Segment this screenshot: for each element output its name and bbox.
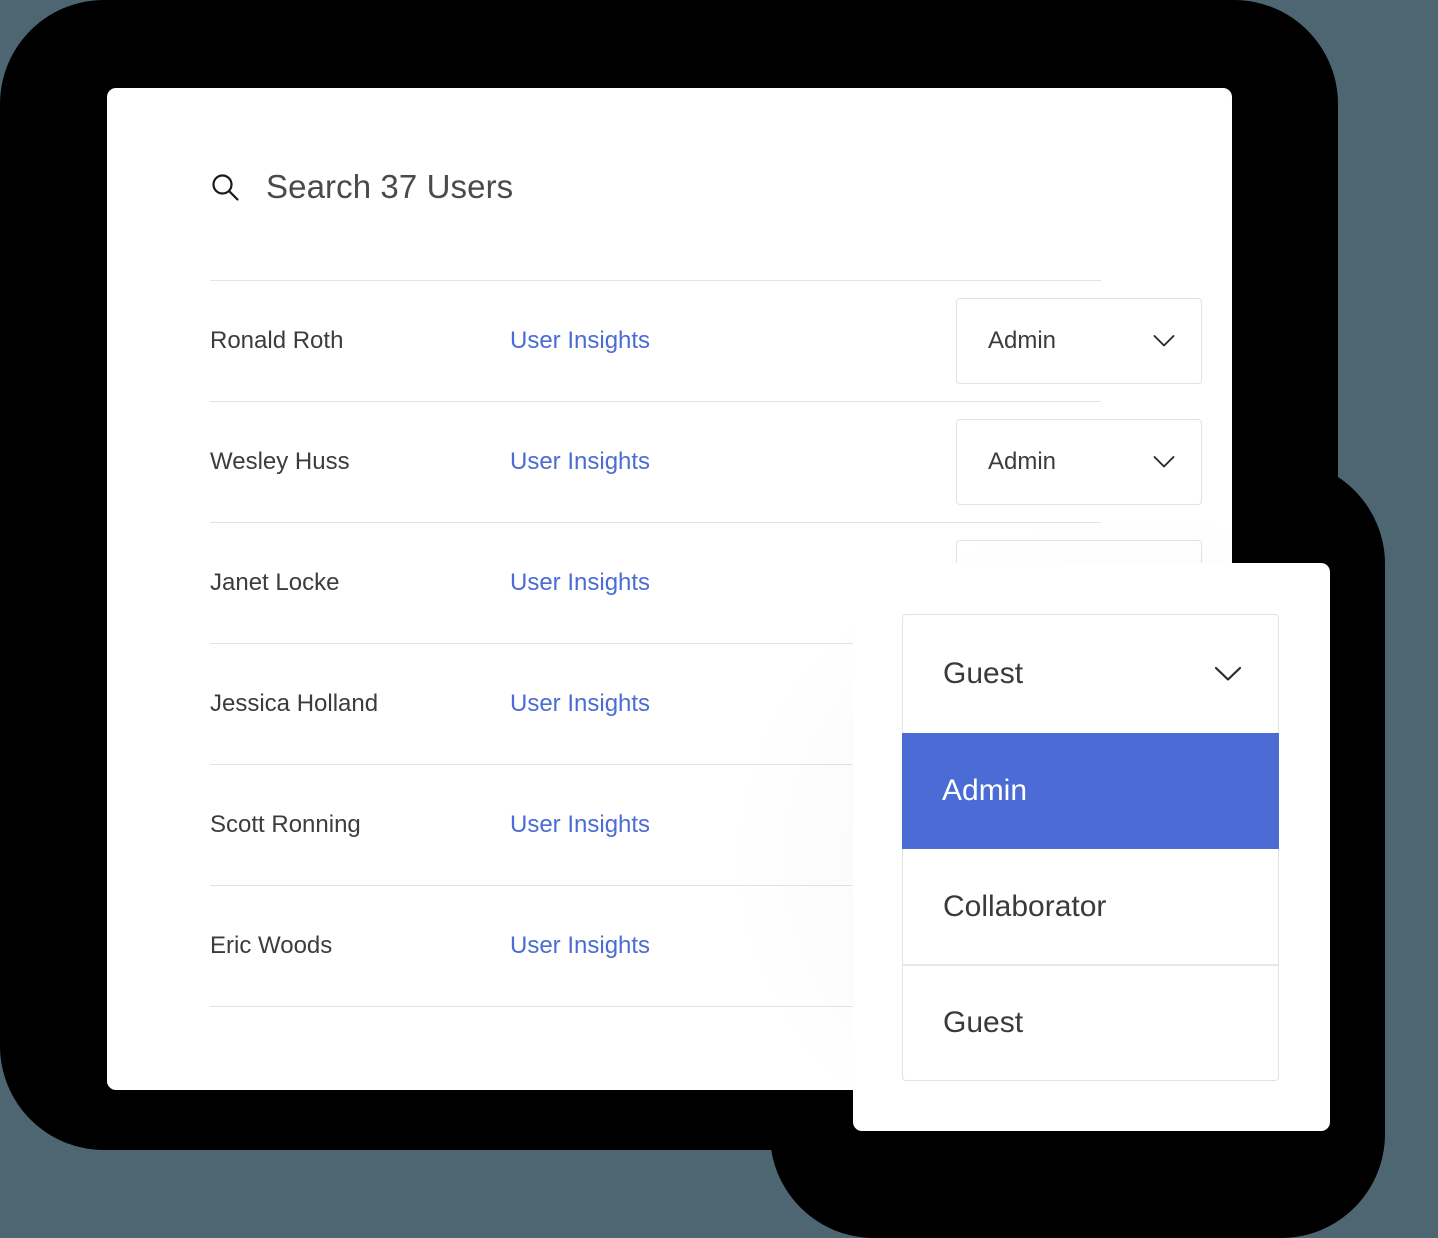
search-bar[interactable]: Search 37 Users	[210, 170, 513, 203]
user-insights-link[interactable]: User Insights	[510, 811, 650, 839]
role-select-value: Admin	[988, 448, 1057, 475]
role-option-list: Admin Collaborator Guest	[902, 733, 1279, 1081]
role-select-trigger-value: Guest	[943, 657, 1024, 690]
role-option-admin[interactable]: Admin	[902, 733, 1279, 849]
table-row: Wesley Huss User Insights Admin	[210, 402, 1202, 522]
chevron-down-icon	[1153, 456, 1175, 468]
chevron-down-icon	[1214, 666, 1242, 681]
user-insights-link[interactable]: User Insights	[510, 690, 650, 718]
role-option-label: Collaborator	[943, 889, 1107, 923]
user-insights-link[interactable]: User Insights	[510, 569, 650, 597]
search-input[interactable]: Search 37 Users	[266, 170, 513, 203]
role-select[interactable]: Admin	[956, 419, 1202, 505]
chevron-down-icon	[1153, 335, 1175, 347]
user-name: Jessica Holland	[210, 690, 379, 717]
user-insights-link[interactable]: User Insights	[510, 932, 650, 960]
role-option-guest[interactable]: Guest	[902, 965, 1279, 1081]
role-option-collaborator[interactable]: Collaborator	[902, 849, 1279, 965]
user-insights-link[interactable]: User Insights	[510, 448, 650, 476]
table-row: Ronald Roth User Insights Admin	[210, 281, 1202, 401]
user-name: Scott Ronning	[210, 811, 361, 838]
search-icon	[212, 173, 239, 201]
role-select-value: Admin	[988, 327, 1057, 354]
screenshot-stage: Search 37 Users Ronald Roth User Insight…	[0, 0, 1438, 1238]
role-dropdown-panel: Guest Admin Collaborator Guest	[853, 563, 1330, 1131]
role-select-trigger[interactable]: Guest	[902, 614, 1279, 734]
user-name: Janet Locke	[210, 569, 340, 596]
user-name: Wesley Huss	[210, 448, 350, 475]
user-name: Eric Woods	[210, 932, 333, 959]
user-insights-link[interactable]: User Insights	[510, 327, 650, 355]
role-select[interactable]: Admin	[956, 298, 1202, 384]
role-option-label: Guest	[943, 1006, 1024, 1039]
role-option-label: Admin	[942, 774, 1028, 807]
user-name: Ronald Roth	[210, 327, 344, 354]
